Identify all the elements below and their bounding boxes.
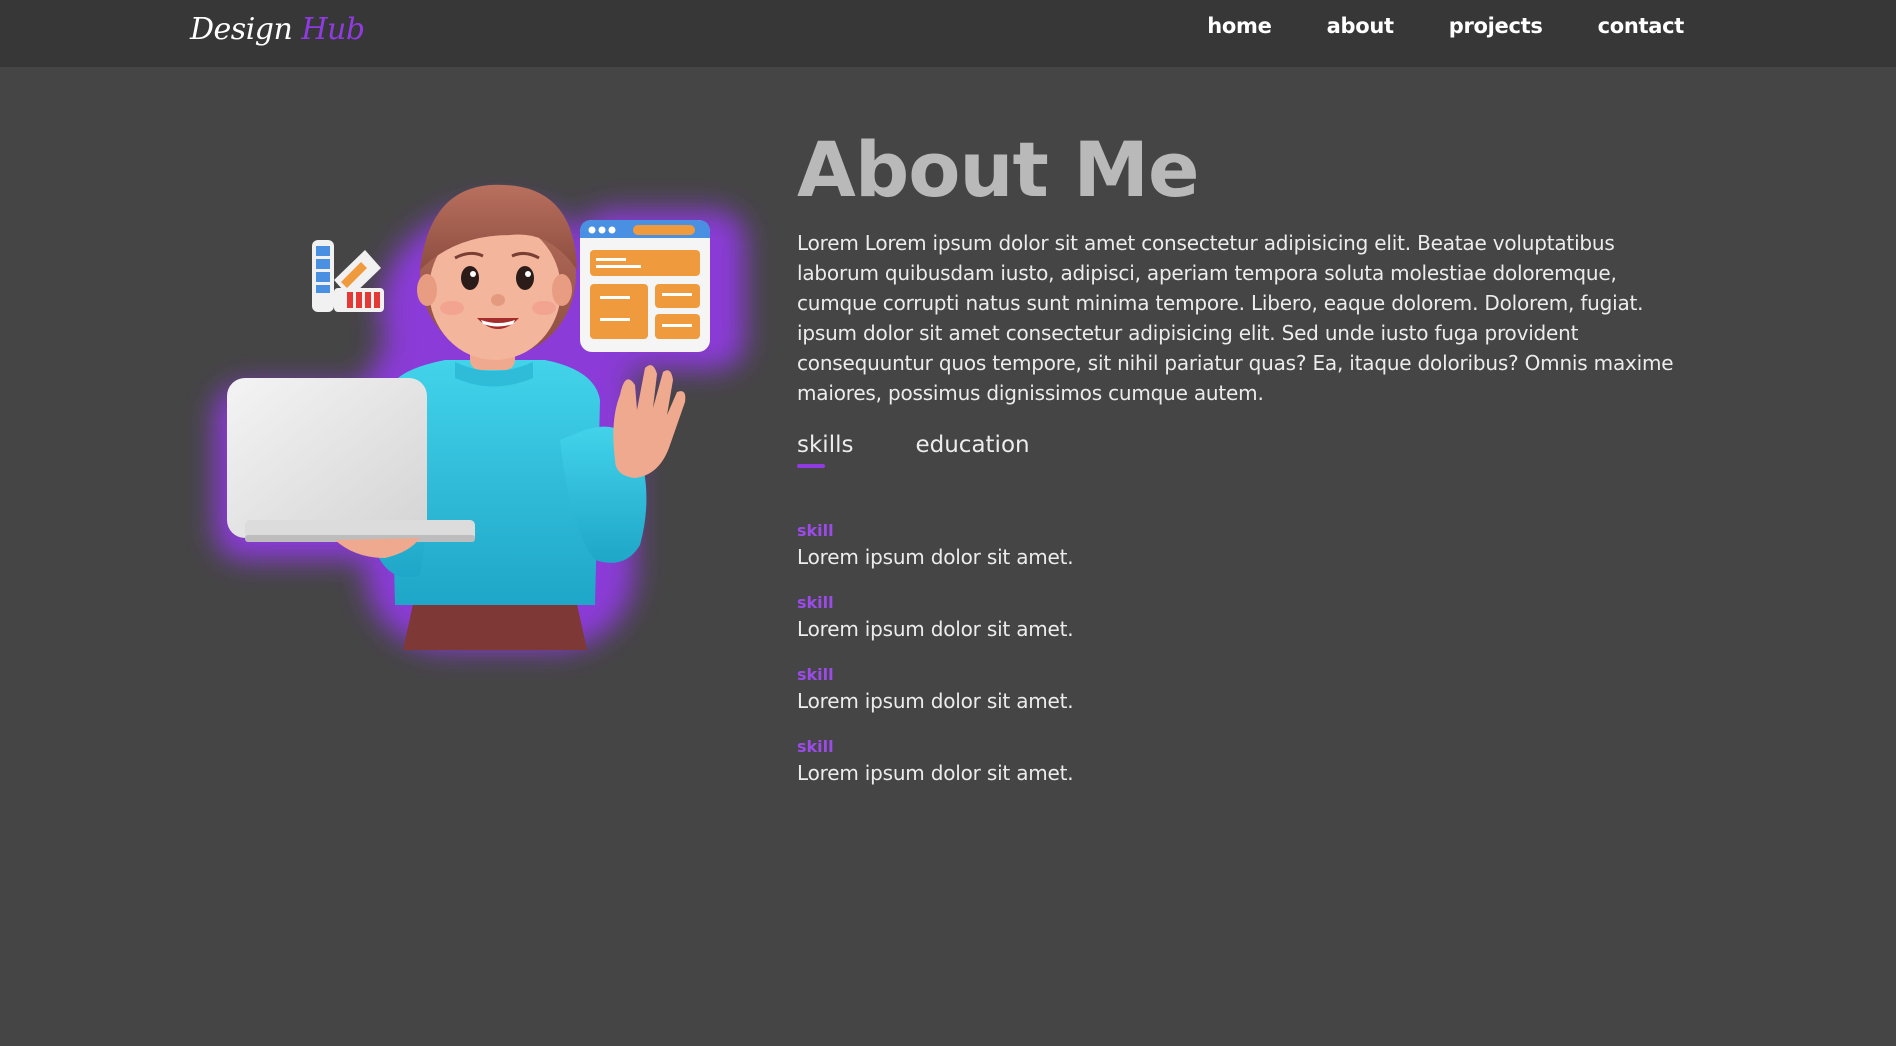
about-tabs: skills education — [797, 432, 1030, 468]
skill-item: skill Lorem ipsum dolor sit amet. — [797, 664, 1297, 736]
skill-item: skill Lorem ipsum dolor sit amet. — [797, 592, 1297, 664]
skill-description: Lorem ipsum dolor sit amet. — [797, 545, 1074, 569]
skills-list: skill Lorem ipsum dolor sit amet. skill … — [797, 520, 1297, 808]
top-navbar: Design Hub home about projects contact — [0, 0, 1896, 67]
skill-name: skill — [797, 665, 834, 684]
page-title: About Me — [797, 125, 1200, 214]
skill-description: Lorem ipsum dolor sit amet. — [797, 689, 1074, 713]
skill-description: Lorem ipsum dolor sit amet. — [797, 617, 1074, 641]
site-logo[interactable]: Design Hub — [190, 12, 365, 47]
nav-link-projects[interactable]: projects — [1449, 14, 1543, 38]
nav-link-about[interactable]: about — [1327, 14, 1394, 38]
designer-avatar-illustration — [215, 140, 745, 660]
skill-name: skill — [797, 737, 834, 756]
tab-education[interactable]: education — [915, 432, 1029, 468]
skill-item: skill Lorem ipsum dolor sit amet. — [797, 520, 1297, 592]
nav-link-contact[interactable]: contact — [1598, 14, 1685, 38]
skill-name: skill — [797, 593, 834, 612]
about-section: About Me Lorem Lorem ipsum dolor sit ame… — [797, 122, 1697, 408]
skill-description: Lorem ipsum dolor sit amet. — [797, 761, 1074, 785]
tab-skills[interactable]: skills — [797, 432, 853, 468]
skill-item: skill Lorem ipsum dolor sit amet. — [797, 736, 1297, 808]
logo-text: Design — [190, 12, 293, 47]
nav-link-home[interactable]: home — [1207, 14, 1272, 38]
skill-name: skill — [797, 521, 834, 540]
about-description: Lorem Lorem ipsum dolor sit amet consect… — [797, 231, 1674, 405]
logo-accent-text: Hub — [301, 12, 365, 47]
main-nav: home about projects contact — [1207, 14, 1684, 38]
